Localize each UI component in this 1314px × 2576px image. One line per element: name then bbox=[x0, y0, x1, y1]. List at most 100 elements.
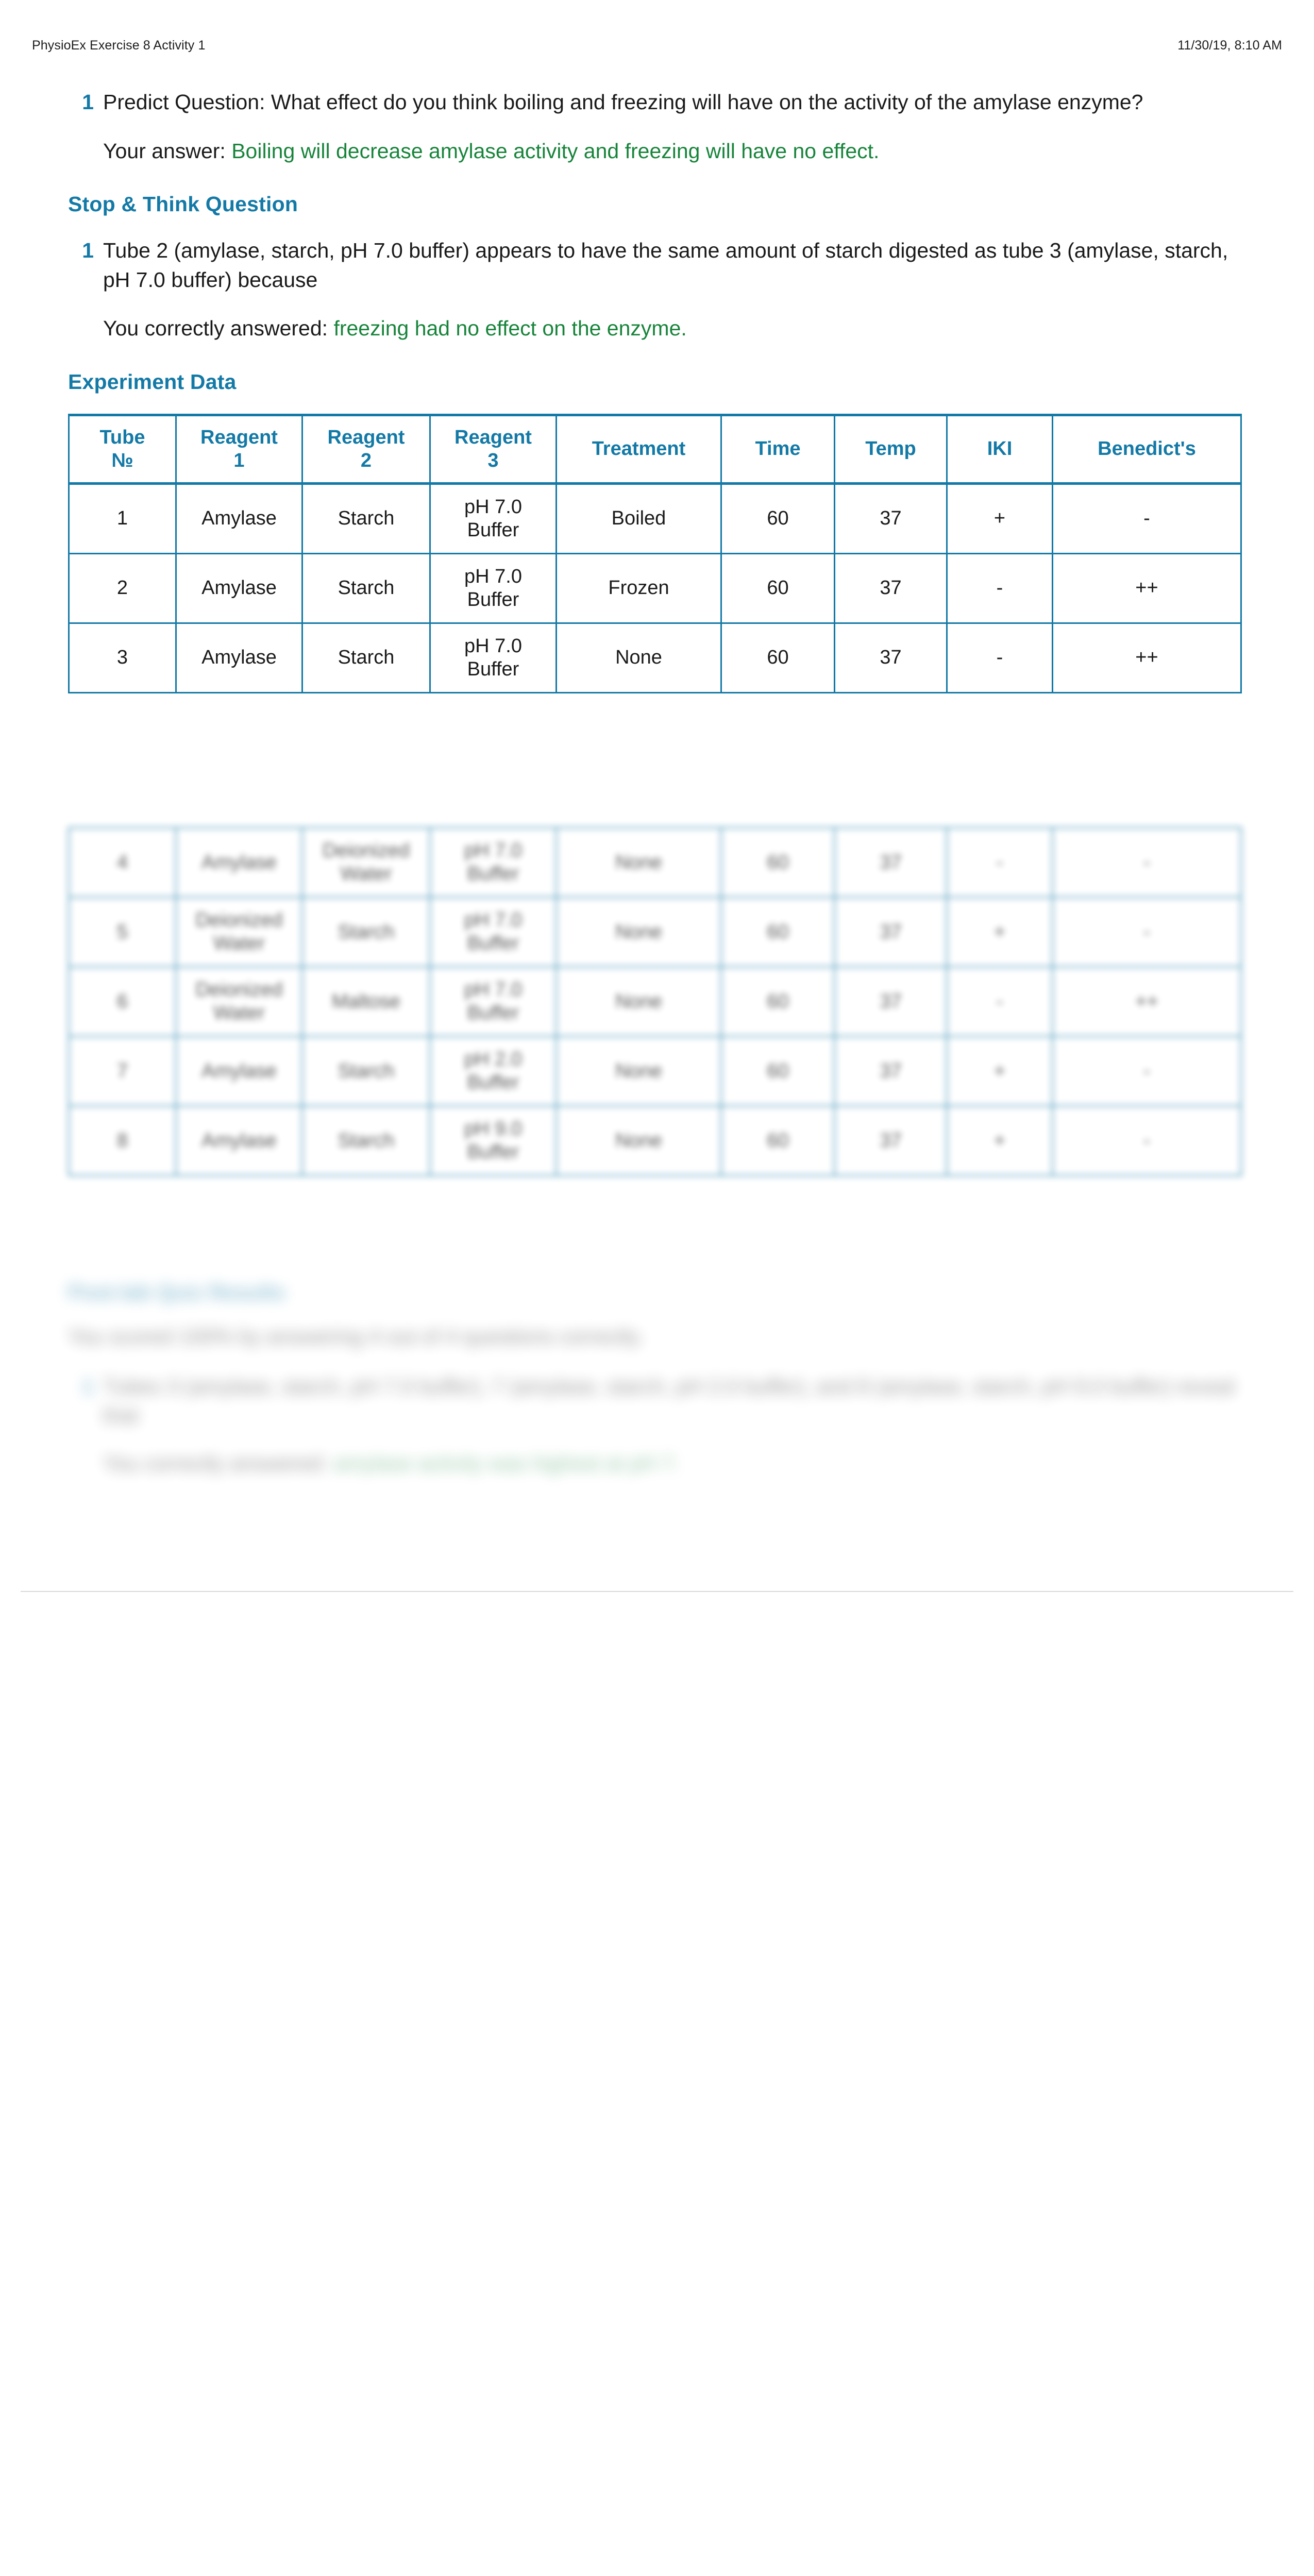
cell-reagent1: Amylase bbox=[175, 622, 303, 693]
cell-reagent1: Amylase bbox=[175, 1105, 303, 1176]
col-header-temp: Temp bbox=[834, 414, 948, 485]
document-page: PhysioEx Exercise 8 Activity 1 11/30/19,… bbox=[0, 0, 1314, 1700]
col-header-tube: Tube № bbox=[68, 414, 177, 485]
document-content: 1 Predict Question: What effect do you t… bbox=[68, 88, 1245, 693]
table-row: 4 Amylase Deionized Water pH 7.0 Buffer … bbox=[68, 827, 1242, 898]
cell-time: 60 bbox=[720, 896, 835, 968]
cell-reagent2: Deionized Water bbox=[301, 827, 431, 898]
cell-temp: 37 bbox=[834, 966, 948, 1037]
cell-tube: 2 bbox=[68, 552, 177, 624]
cell-treatment: None bbox=[555, 896, 722, 968]
stop-think-question-text: Tube 2 (amylase, starch, pH 7.0 buffer) … bbox=[103, 239, 1228, 292]
cell-temp: 37 bbox=[834, 827, 948, 898]
col-header-reagent1: Reagent 1 bbox=[175, 414, 303, 485]
table-row: 7 Amylase Starch pH 2.0 Buffer None 60 3… bbox=[68, 1036, 1242, 1107]
cell-iki: - bbox=[946, 622, 1053, 693]
col-header-treatment: Treatment bbox=[555, 414, 722, 485]
stop-think-answer-text: freezing had no effect on the enzyme. bbox=[333, 316, 687, 341]
cell-time: 60 bbox=[720, 1105, 835, 1176]
table-row: 5 Deionized Water Starch pH 7.0 Buffer N… bbox=[68, 896, 1242, 968]
experiment-data-heading: Experiment Data bbox=[68, 369, 237, 394]
cell-benedicts: ++ bbox=[1052, 622, 1242, 693]
post-lab-quiz-block: Post-lab Quiz Results You scored 100% by… bbox=[68, 1280, 1245, 1478]
cell-reagent3: pH 2.0 Buffer bbox=[429, 1036, 557, 1107]
stop-think-question-number: 1 bbox=[82, 239, 94, 263]
cell-time: 60 bbox=[720, 966, 835, 1037]
cell-reagent2: Starch bbox=[301, 1036, 431, 1107]
cell-reagent2: Starch bbox=[301, 1105, 431, 1176]
predict-question-number: 1 bbox=[82, 90, 94, 114]
stop-think-question-block: 1 Tube 2 (amylase, starch, pH 7.0 buffer… bbox=[68, 236, 1245, 343]
predict-question-text: Predict Question: What effect do you thi… bbox=[103, 90, 1143, 114]
col-header-iki: IKI bbox=[946, 414, 1053, 485]
predict-answer-text: Boiling will decrease amylase activity a… bbox=[231, 139, 880, 163]
cell-reagent1: Amylase bbox=[175, 827, 303, 898]
cell-tube: 5 bbox=[68, 896, 177, 968]
cell-benedicts: ++ bbox=[1052, 552, 1242, 624]
cell-tube: 8 bbox=[68, 1105, 177, 1176]
quiz-answer-text: amylase activity was highest at pH 7. bbox=[333, 1451, 680, 1475]
col-header-time: Time bbox=[720, 414, 835, 485]
cell-iki: + bbox=[946, 1036, 1053, 1107]
post-lab-quiz-score: You scored 100% by answering 4 out of 4 … bbox=[68, 1325, 644, 1348]
cell-benedicts: - bbox=[1052, 827, 1242, 898]
cell-reagent2: Starch bbox=[301, 552, 431, 624]
cell-reagent1: Amylase bbox=[175, 552, 303, 624]
cell-treatment: None bbox=[555, 1105, 722, 1176]
cell-benedicts: ++ bbox=[1052, 966, 1242, 1037]
cell-reagent1: Deionized Water bbox=[175, 966, 303, 1037]
stop-think-answer-label: You correctly answered: bbox=[103, 316, 328, 341]
cell-tube: 3 bbox=[68, 622, 177, 693]
cell-time: 60 bbox=[720, 552, 835, 624]
experiment-data-table: Tube № Reagent 1 Reagent 2 Reagent 3 Tre… bbox=[68, 413, 1242, 693]
cell-treatment: None bbox=[555, 827, 722, 898]
cell-time: 60 bbox=[720, 482, 835, 554]
cell-time: 60 bbox=[720, 1036, 835, 1107]
cell-reagent3: pH 7.0 Buffer bbox=[429, 896, 557, 968]
running-head-title: PhysioEx Exercise 8 Activity 1 bbox=[32, 38, 206, 53]
table-row: 8 Amylase Starch pH 9.0 Buffer None 60 3… bbox=[68, 1105, 1242, 1176]
cell-reagent3: pH 7.0 Buffer bbox=[429, 552, 557, 624]
experiment-table-head: Tube № Reagent 1 Reagent 2 Reagent 3 Tre… bbox=[68, 414, 1242, 485]
cell-iki: - bbox=[946, 827, 1053, 898]
quiz-answer-label: You correctly answered: bbox=[103, 1451, 328, 1475]
cell-reagent3: pH 7.0 Buffer bbox=[429, 622, 557, 693]
cell-benedicts: - bbox=[1052, 1105, 1242, 1176]
cell-treatment: None bbox=[555, 622, 722, 693]
blurred-table-rows-region: 4 Amylase Deionized Water pH 7.0 Buffer … bbox=[68, 827, 1243, 1176]
cell-temp: 37 bbox=[834, 622, 948, 693]
cell-reagent3: pH 7.0 Buffer bbox=[429, 482, 557, 554]
stop-think-heading: Stop & Think Question bbox=[68, 192, 298, 216]
cell-iki: + bbox=[946, 896, 1053, 968]
table-row: 6 Deionized Water Maltose pH 7.0 Buffer … bbox=[68, 966, 1242, 1037]
cell-benedicts: - bbox=[1052, 1036, 1242, 1107]
col-header-reagent2: Reagent 2 bbox=[301, 414, 431, 485]
cell-tube: 7 bbox=[68, 1036, 177, 1107]
cell-reagent2: Maltose bbox=[301, 966, 431, 1037]
predict-answer-label: Your answer: bbox=[103, 139, 226, 163]
cell-temp: 37 bbox=[834, 482, 948, 554]
cell-tube: 6 bbox=[68, 966, 177, 1037]
cell-reagent2: Starch bbox=[301, 482, 431, 554]
cell-benedicts: - bbox=[1052, 482, 1242, 554]
table-row: 1 Amylase Starch pH 7.0 Buffer Boiled 60… bbox=[68, 482, 1242, 554]
experiment-data-table-blurred: 4 Amylase Deionized Water pH 7.0 Buffer … bbox=[68, 827, 1242, 1176]
cell-reagent1: Amylase bbox=[175, 482, 303, 554]
predict-question-body: Predict Question: What effect do you thi… bbox=[103, 88, 1245, 165]
cell-treatment: Boiled bbox=[555, 482, 722, 554]
cell-treatment: None bbox=[555, 966, 722, 1037]
cell-reagent1: Amylase bbox=[175, 1036, 303, 1107]
quiz-question-number: 1 bbox=[82, 1374, 94, 1398]
cell-benedicts: - bbox=[1052, 896, 1242, 968]
cell-temp: 37 bbox=[834, 896, 948, 968]
cell-time: 60 bbox=[720, 827, 835, 898]
quiz-question-text: Tubes 3 (amylase, starch, pH 7.0 buffer)… bbox=[103, 1374, 1235, 1428]
predict-answer: Your answer: Boiling will decrease amyla… bbox=[103, 137, 1245, 166]
col-header-reagent3: Reagent 3 bbox=[429, 414, 557, 485]
cell-treatment: None bbox=[555, 1036, 722, 1107]
cell-tube: 1 bbox=[68, 482, 177, 554]
experiment-table-body: 1 Amylase Starch pH 7.0 Buffer Boiled 60… bbox=[68, 482, 1242, 693]
cell-temp: 37 bbox=[834, 1105, 948, 1176]
stop-think-question-body: Tube 2 (amylase, starch, pH 7.0 buffer) … bbox=[103, 236, 1245, 343]
post-lab-quiz-heading: Post-lab Quiz Results bbox=[68, 1280, 285, 1304]
